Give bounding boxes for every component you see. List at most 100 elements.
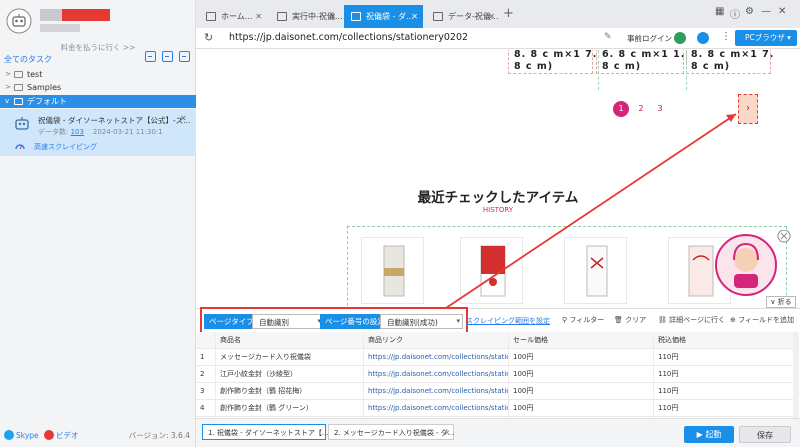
video-label: ビデオ	[56, 431, 79, 440]
prelogin-button[interactable]: 事前ログイン	[627, 33, 672, 44]
page-number-select[interactable]: ページ番号の設定 自動識別(成功) ▾	[320, 314, 463, 329]
tab-label: 祝儀袋 - ダ...	[366, 12, 414, 21]
filter-label: フィルター	[569, 316, 605, 324]
table-cell-link: https://jp.daisonet.com/collections/stat…	[364, 349, 509, 366]
folder-label: Samples	[27, 83, 62, 92]
folder-test[interactable]: > test	[0, 68, 196, 81]
tab-running[interactable]: 実行中-祝儀... ✕	[270, 5, 343, 28]
speed-gauge-icon	[15, 144, 25, 150]
table-cell-sale: 100円	[509, 366, 654, 383]
app-window: 料金を払うに行く >> 全てのタスク > test > Samples v デフ…	[0, 0, 800, 447]
more-menu-icon[interactable]: ⋮	[721, 31, 731, 42]
folder-default[interactable]: v デフォルト	[0, 95, 196, 108]
pc-browser-label: PCブラウザ	[745, 33, 785, 42]
plus-circle-icon: ⊕	[730, 316, 736, 324]
scrape-range-link[interactable]: スクレイピング範囲を設定	[466, 316, 550, 326]
close-icon[interactable]: ✕	[329, 5, 336, 28]
url-field[interactable]: https://jp.daisonet.com/collections/stat…	[229, 32, 468, 43]
save-button[interactable]: 保存	[739, 426, 791, 443]
folder-icon	[14, 71, 23, 78]
table-row[interactable]: 2 江戸小紋金封（沙綾型） https://jp.daisonet.com/coll…	[196, 366, 794, 383]
help-icon[interactable]: ⓘ	[730, 6, 740, 21]
new-task-icon[interactable]	[162, 51, 173, 62]
result-tab-label: 1. 祝儀袋 - ダイソーネットストア【...	[208, 429, 329, 437]
task-settings-icon[interactable]	[179, 51, 190, 62]
tab-goshugi[interactable]: 祝儀袋 - ダ... ✕	[344, 5, 423, 28]
new-tab-icon[interactable]: +	[503, 6, 514, 21]
user-avatar-icon[interactable]	[6, 8, 32, 34]
close-icon[interactable]: ✕	[180, 114, 187, 123]
minimize-icon[interactable]: —	[761, 6, 771, 17]
tab-home[interactable]: ホーム... ✕	[199, 5, 267, 28]
import-task-icon[interactable]	[145, 51, 156, 62]
start-button[interactable]: ▶ 起動	[684, 426, 734, 443]
username-redacted-mark	[62, 9, 110, 21]
reload-icon[interactable]: ↻	[204, 31, 213, 44]
close-icon[interactable]: ✕	[488, 5, 495, 28]
task-meta: データ数: 103 2024-03-21 11:30:1	[38, 127, 163, 137]
data-count-link[interactable]: 103	[71, 128, 84, 136]
video-link[interactable]: ビデオ	[44, 425, 79, 447]
folder-label: デフォルト	[27, 97, 67, 106]
close-icon[interactable]: ✕	[411, 5, 418, 28]
detail-page-button[interactable]: ⛓ 詳細ページに行く	[658, 315, 725, 325]
table-cell-link: https://jp.daisonet.com/collections/stat…	[364, 366, 509, 383]
skype-label: Skype	[16, 431, 39, 440]
pc-browser-dropdown[interactable]: PCブラウザ ▾	[735, 30, 797, 46]
table-cell-tax: 110円	[654, 400, 794, 417]
all-tasks-header[interactable]: 全てのタスク	[4, 54, 52, 65]
close-icon[interactable]: ✕	[444, 425, 450, 441]
chevron-right-icon: >	[5, 83, 11, 91]
table-header: 商品名 商品リンク セール価格 税込価格	[196, 332, 794, 349]
folder-label: test	[27, 70, 43, 79]
address-bar: ↻ https://jp.daisonet.com/collections/st…	[196, 28, 800, 49]
filter-button[interactable]: ⚲ フィルター	[562, 315, 604, 325]
tab-data[interactable]: データ-祝儀... ✕	[426, 5, 500, 28]
task-timestamp: 2024-03-21 11:30:1	[92, 128, 163, 136]
page-type-select[interactable]: ページタイプ 自動識別 ▾	[204, 314, 324, 329]
result-tab-1[interactable]: 1. 祝儀袋 - ダイソーネットストア【...	[202, 424, 329, 440]
table-cell-n: 4	[196, 400, 216, 417]
grid-icon[interactable]: ▦	[715, 6, 724, 17]
table-cell-link: https://jp.daisonet.com/collections/stat…	[364, 383, 509, 400]
table-cell-name: 創作飾り金封（鶴 招花梅）	[216, 383, 364, 400]
folder-samples[interactable]: > Samples	[0, 81, 196, 94]
green-extension-icon[interactable]	[674, 32, 686, 44]
header-cell[interactable]: 商品リンク	[364, 332, 509, 349]
task-card[interactable]: 祝儀袋 - ダイソーネットストア【公式】-ス... ✕ データ数: 103 20…	[0, 109, 196, 156]
clear-button[interactable]: 🗑 クリア	[614, 315, 646, 325]
header-cell[interactable]: 商品名	[216, 332, 364, 349]
detail-label: 詳細ページに行く	[669, 316, 725, 324]
add-field-button[interactable]: ⊕ フィールドを追加	[730, 315, 794, 325]
header-cell[interactable]: セール価格	[509, 332, 654, 349]
table-row[interactable]: 1 メッセージカード入り祝儀袋 https://jp.daisonet.com/co…	[196, 349, 794, 366]
trash-icon: 🗑	[614, 316, 623, 324]
header-cell[interactable]: 税込価格	[654, 332, 794, 349]
blue-extension-icon[interactable]	[697, 32, 709, 44]
link-icon: ⛓	[658, 316, 667, 324]
robot-icon	[15, 117, 29, 130]
window-close-icon[interactable]: ✕	[778, 6, 786, 17]
page-icon	[277, 12, 287, 21]
table-row[interactable]: 4 創作飾り金封（鶴 グリーン） https://jp.daisonet.com/c…	[196, 400, 794, 417]
web-content: 8. 8 c m×1 7. 8 c m) 6. 8 c m×1 1. 8 c m…	[196, 50, 800, 308]
table-cell-tax: 110円	[654, 383, 794, 400]
close-icon[interactable]: ✕	[255, 5, 262, 28]
gear-icon[interactable]: ⚙	[745, 6, 754, 17]
video-icon	[44, 430, 54, 440]
table-cell-sale: 100円	[509, 349, 654, 366]
table-scrollbar[interactable]	[793, 332, 799, 418]
skype-link[interactable]: Skype	[4, 425, 39, 447]
version-text: バージョン: 3.6.4	[128, 431, 190, 440]
chevron-right-icon: >	[5, 70, 11, 78]
table-cell-link: https://jp.daisonet.com/collections/stat…	[364, 400, 509, 417]
table-cell-n: 2	[196, 366, 216, 383]
table-cell-name: 江戸小紋金封（沙綾型）	[216, 366, 364, 383]
data-table: 商品名 商品リンク セール価格 税込価格 1 メッセージカード入り祝儀袋 https…	[196, 332, 800, 418]
table-row[interactable]: 3 創作飾り金封（鶴 招花梅） https://jp.daisonet.com/co…	[196, 383, 794, 400]
result-tab-2[interactable]: 2. メッセージカード入り祝儀袋 - ダ... ✕	[328, 424, 454, 440]
home-icon	[206, 12, 216, 21]
table-cell-name: 創作飾り金封（鶴 グリーン）	[216, 400, 364, 417]
pen-icon[interactable]: ✎	[604, 32, 612, 42]
table-cell-tax: 110円	[654, 349, 794, 366]
